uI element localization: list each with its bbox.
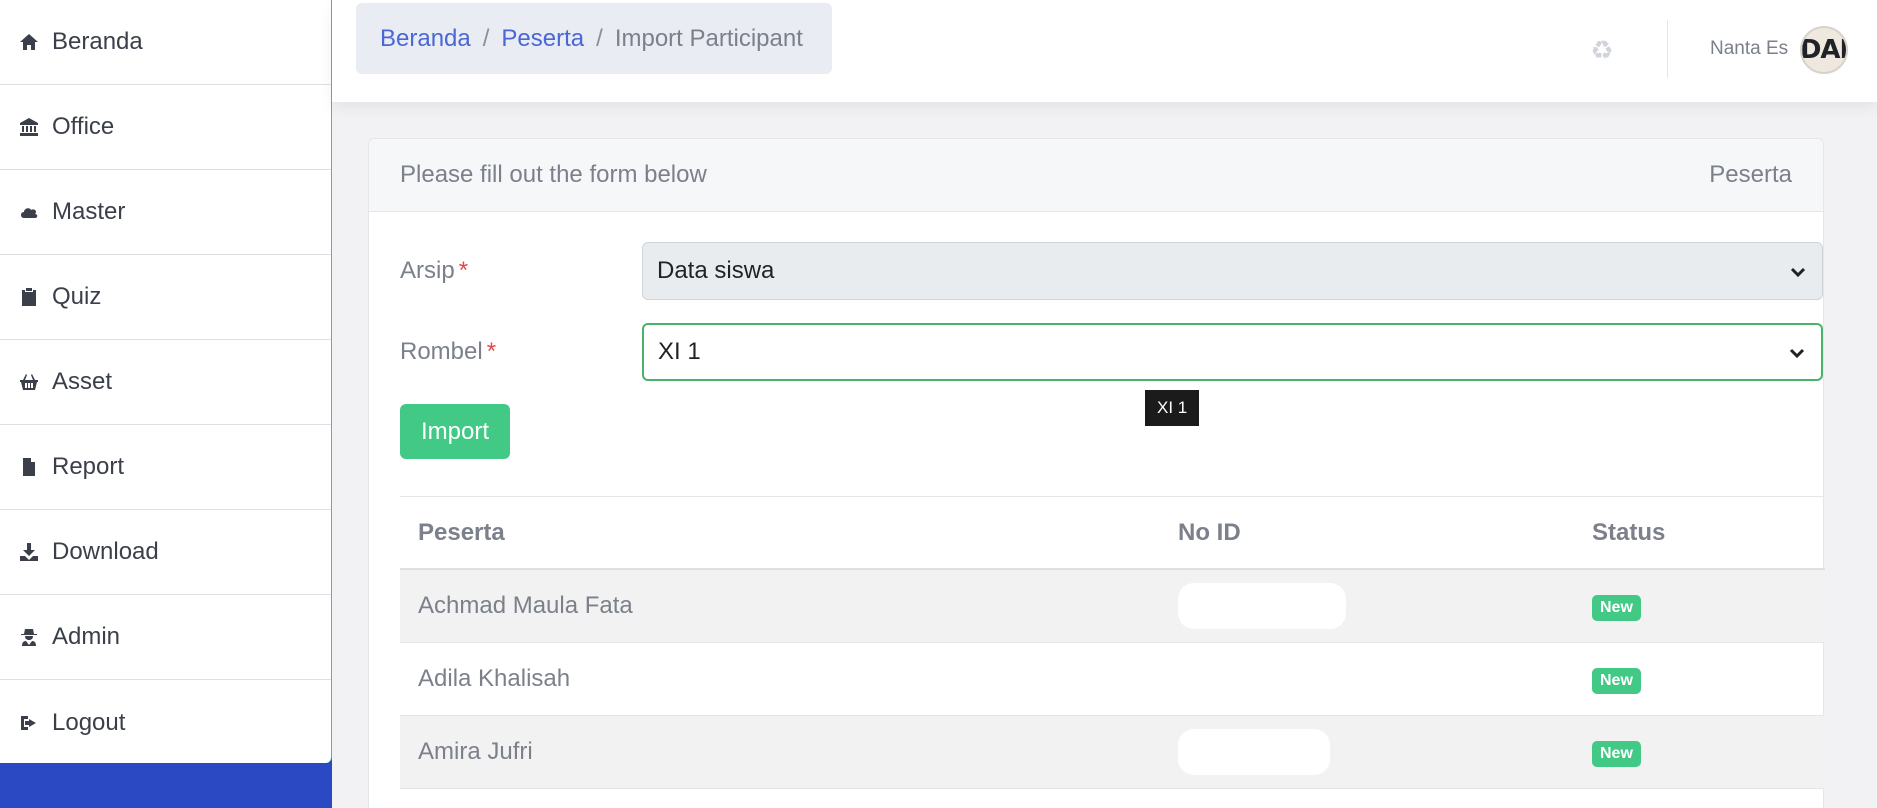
sidebar-item-label: Quiz — [52, 283, 102, 310]
rombel-label-text: Rombel — [400, 338, 483, 365]
breadcrumb-separator: / — [596, 24, 603, 52]
redacted-id — [1178, 728, 1330, 775]
required-mark: * — [458, 257, 469, 284]
user-name[interactable]: Nanta Es — [1710, 38, 1788, 60]
sidebar-item-logout[interactable]: Logout — [0, 680, 331, 765]
rombel-label: Rombel * — [400, 338, 642, 366]
sidebar-item-asset[interactable]: Asset — [0, 340, 331, 425]
status-badge: New — [1592, 740, 1641, 767]
file-icon — [18, 456, 40, 478]
avatar-logo-text: DAI — [1800, 35, 1848, 65]
sign-out-icon — [18, 712, 40, 734]
chevron-down-icon — [1787, 342, 1807, 362]
breadcrumb-separator: / — [482, 24, 490, 52]
sidebar-item-office[interactable]: Office — [0, 85, 331, 170]
card-header: Please fill out the form below Peserta — [369, 139, 1823, 212]
import-button[interactable]: Import — [400, 404, 510, 459]
sidebar-item-label: Admin — [52, 623, 121, 650]
breadcrumb-current: Import Participant — [614, 24, 803, 52]
participant-table: Peserta No ID Status Achmad Maula Fata N… — [400, 496, 1825, 789]
arsip-label-text: Arsip — [400, 257, 455, 284]
table-header-row: Peserta No ID Status — [400, 497, 1825, 570]
cell-status: New — [1574, 642, 1825, 716]
table-row: Adila Khalisah New — [400, 642, 1825, 716]
table-row: Achmad Maula Fata New — [400, 569, 1825, 643]
column-header-peserta[interactable]: Peserta — [400, 497, 1160, 570]
import-card: Please fill out the form below Peserta A… — [368, 138, 1825, 808]
breadcrumb: Beranda / Peserta / Import Participant — [356, 3, 832, 74]
cell-status: New — [1574, 715, 1825, 789]
arsip-row: Arsip * Data siswa — [400, 242, 1823, 300]
column-header-status[interactable]: Status — [1574, 497, 1825, 570]
basket-icon — [18, 371, 40, 393]
rombel-select-value: XI 1 — [658, 338, 701, 365]
download-icon — [18, 541, 40, 563]
arsip-select-value: Data siswa — [657, 257, 775, 284]
sidebar: Beranda Office Master Quiz Asset Report … — [0, 0, 332, 808]
breadcrumb-link-peserta[interactable]: Peserta — [501, 25, 584, 53]
tooltip: XI 1 — [1145, 390, 1200, 426]
breadcrumb-link-beranda[interactable]: Beranda — [380, 25, 471, 53]
card-header-title: Please fill out the form below — [400, 161, 707, 188]
sidebar-item-label: Report — [52, 453, 125, 480]
sidebar-menu: Beranda Office Master Quiz Asset Report … — [0, 0, 332, 763]
sidebar-item-label: Beranda — [52, 28, 143, 55]
required-mark: * — [486, 338, 497, 365]
cell-no-id — [1160, 715, 1574, 789]
topbar-divider — [1667, 20, 1668, 78]
status-badge: New — [1592, 594, 1641, 621]
cell-peserta: Achmad Maula Fata — [400, 569, 1160, 643]
sidebar-item-label: Logout — [52, 708, 126, 736]
topbar: Beranda / Peserta / Import Participant ♻… — [332, 0, 1877, 102]
sidebar-item-quiz[interactable]: Quiz — [0, 255, 331, 340]
column-header-no-id[interactable]: No ID — [1160, 497, 1574, 570]
sidebar-item-admin[interactable]: Admin — [0, 595, 331, 680]
sidebar-item-label: Asset — [52, 368, 113, 395]
status-badge: New — [1592, 667, 1641, 694]
redacted-id — [1178, 582, 1346, 629]
sidebar-item-label: Office — [52, 113, 115, 140]
table-row: Amira Jufri New — [400, 715, 1825, 789]
cell-peserta: Adila Khalisah — [400, 642, 1160, 716]
cloud-icon — [18, 201, 40, 223]
cell-no-id — [1160, 642, 1574, 716]
cell-no-id — [1160, 569, 1574, 643]
rombel-select[interactable]: XI 1 — [642, 323, 1823, 381]
sidebar-item-beranda[interactable]: Beranda — [0, 0, 331, 85]
recycle-icon[interactable]: ♻ — [1588, 36, 1616, 64]
cell-peserta: Amira Jufri — [400, 715, 1160, 789]
sidebar-item-download[interactable]: Download — [0, 510, 331, 595]
home-icon — [18, 31, 40, 53]
sidebar-item-report[interactable]: Report — [0, 425, 331, 510]
sidebar-item-label: Master — [52, 198, 126, 225]
sidebar-item-master[interactable]: Master — [0, 170, 331, 255]
sidebar-item-label: Download — [52, 538, 159, 565]
clipboard-icon — [18, 286, 40, 308]
chevron-down-icon — [1788, 261, 1808, 281]
cell-status: New — [1574, 569, 1825, 643]
rombel-row: Rombel * XI 1 — [400, 323, 1823, 381]
avatar[interactable]: DAI — [1800, 26, 1848, 74]
arsip-label: Arsip * — [400, 257, 642, 285]
user-secret-icon — [18, 626, 40, 648]
card-header-section: Peserta — [1709, 161, 1792, 188]
arsip-select[interactable]: Data siswa — [642, 242, 1823, 300]
bank-icon — [18, 116, 40, 138]
